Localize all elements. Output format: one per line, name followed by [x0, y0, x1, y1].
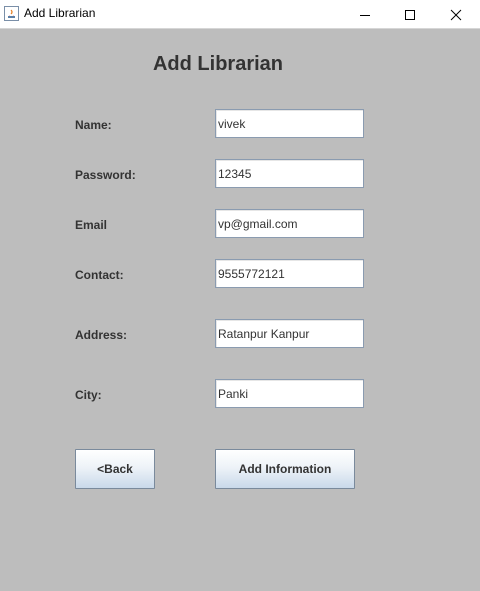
- name-label: Name:: [75, 118, 112, 132]
- java-app-icon: [4, 6, 19, 21]
- window-titlebar: Add Librarian: [0, 0, 480, 29]
- address-label: Address:: [75, 328, 128, 342]
- email-field[interactable]: [215, 209, 364, 238]
- maximize-icon[interactable]: [387, 0, 433, 29]
- password-label: Password:: [75, 168, 136, 182]
- close-icon[interactable]: [433, 0, 479, 29]
- window-title: Add Librarian: [24, 6, 96, 20]
- city-field[interactable]: [215, 379, 364, 408]
- form-heading: Add Librarian: [152, 53, 283, 75]
- name-field[interactable]: [215, 109, 364, 138]
- email-label: Email: [75, 218, 108, 232]
- contact-label: Contact:: [75, 268, 124, 282]
- city-label: City:: [75, 388, 102, 402]
- password-field[interactable]: [215, 159, 364, 188]
- minimize-icon[interactable]: [342, 0, 388, 29]
- add-information-button[interactable]: Add Information: [215, 449, 355, 489]
- back-button[interactable]: <Back: [75, 449, 155, 489]
- address-field[interactable]: [215, 319, 364, 348]
- contact-field[interactable]: [215, 259, 364, 288]
